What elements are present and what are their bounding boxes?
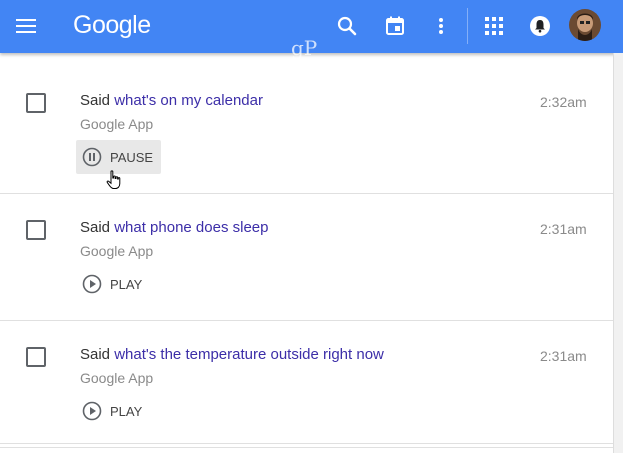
query-text[interactable]: what's the temperature outside right now xyxy=(114,346,384,363)
menu-icon[interactable] xyxy=(8,8,44,44)
avatar[interactable] xyxy=(569,9,601,41)
list-item: Said what phone does sleep Google App 2:… xyxy=(0,194,613,321)
source-label: Google App xyxy=(80,116,154,132)
play-label: PLAY xyxy=(110,403,143,419)
source-label: Google App xyxy=(80,370,154,386)
top-app-bar: Google gP xyxy=(0,0,623,60)
item-checkbox[interactable] xyxy=(26,93,46,113)
timestamp: 2:32am xyxy=(540,94,587,110)
pause-icon xyxy=(82,147,102,167)
source-label: Google App xyxy=(80,243,154,259)
list-item: Said what's the temperature outside righ… xyxy=(0,321,613,448)
play-icon xyxy=(82,401,102,421)
notifications-icon[interactable] xyxy=(522,8,558,44)
list-item: Said what's on my calendar Google App 2:… xyxy=(0,53,613,194)
pause-label: PAUSE xyxy=(110,149,154,165)
more-vert-icon[interactable] xyxy=(423,8,459,44)
pause-button[interactable]: PAUSE xyxy=(76,140,162,174)
said-text: Said what's on my calendar xyxy=(80,92,263,109)
list-divider xyxy=(0,443,613,444)
item-checkbox[interactable] xyxy=(26,347,46,367)
item-checkbox[interactable] xyxy=(26,220,46,240)
play-button[interactable]: PLAY xyxy=(76,394,150,428)
calendar-icon[interactable] xyxy=(377,8,413,44)
said-text: Said what's the temperature outside righ… xyxy=(80,346,384,363)
play-button[interactable]: PLAY xyxy=(76,267,150,301)
search-icon[interactable] xyxy=(329,8,365,44)
apps-grid-icon[interactable] xyxy=(476,8,512,44)
query-text[interactable]: what's on my calendar xyxy=(114,92,263,109)
query-text[interactable]: what phone does sleep xyxy=(114,219,268,236)
hand-cursor-icon xyxy=(106,170,121,189)
activity-list: Said what's on my calendar Google App 2:… xyxy=(0,53,613,453)
said-text: Said what phone does sleep xyxy=(80,219,269,236)
play-icon xyxy=(82,274,102,294)
play-label: PLAY xyxy=(110,276,143,292)
google-logo[interactable]: Google xyxy=(73,11,151,40)
toolbar-divider xyxy=(467,8,468,44)
timestamp: 2:31am xyxy=(540,348,587,364)
scrollbar[interactable] xyxy=(613,53,623,453)
timestamp: 2:31am xyxy=(540,221,587,237)
